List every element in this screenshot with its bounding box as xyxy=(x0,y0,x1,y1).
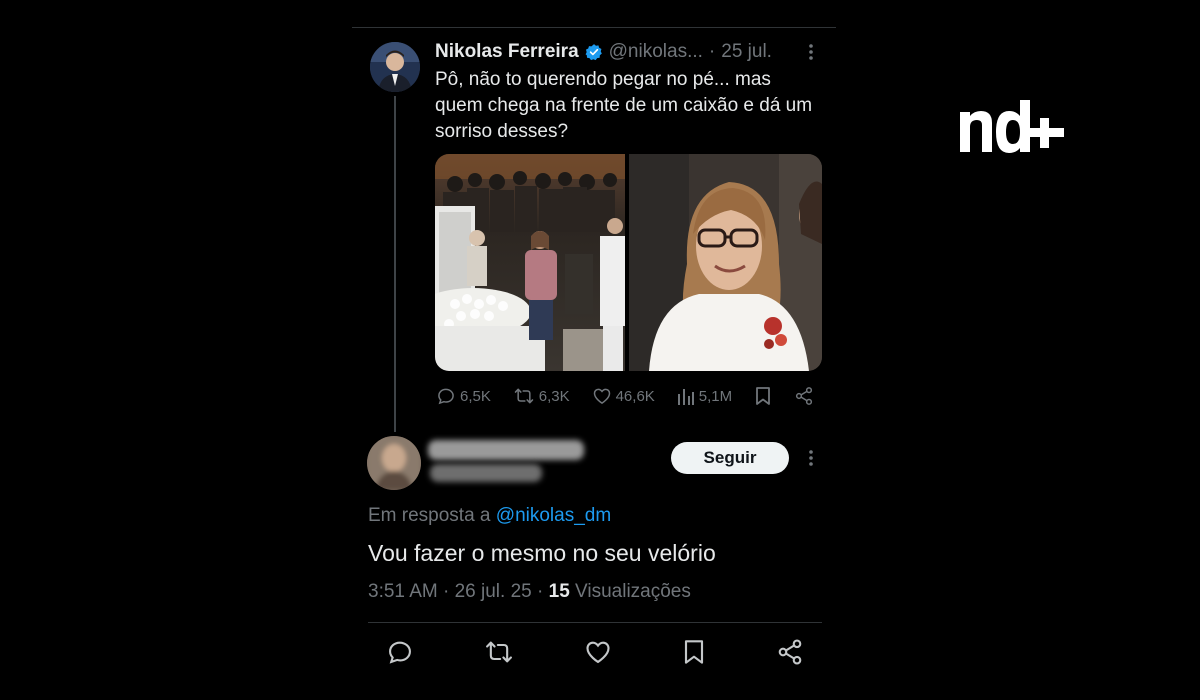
top-divider xyxy=(352,27,836,28)
redacted-reply-author-name xyxy=(428,440,584,460)
meta-separator-2: · xyxy=(537,581,544,602)
tweet-media[interactable] xyxy=(435,154,822,371)
share-icon xyxy=(794,386,814,406)
nd-plus-logo xyxy=(958,98,1066,158)
media-photo-smiling-woman[interactable] xyxy=(629,154,822,371)
follow-button[interactable]: Seguir xyxy=(671,442,789,474)
retweet-action[interactable]: 6,3K xyxy=(513,386,570,406)
reply-icon xyxy=(436,386,456,406)
reply-to-mention[interactable]: @nikolas_dm xyxy=(496,505,611,526)
reply-to-line: Em resposta a @nikolas_dm xyxy=(368,505,611,527)
reply-actions xyxy=(386,638,804,671)
reply-count: 6,5K xyxy=(460,387,491,405)
header-separator: · xyxy=(708,41,716,62)
bottom-divider xyxy=(368,622,822,623)
reply-author-avatar[interactable] xyxy=(367,436,421,490)
like-count: 46,6K xyxy=(615,387,655,405)
share-icon[interactable] xyxy=(776,638,804,671)
bookmark-icon xyxy=(754,386,772,406)
reply-icon[interactable] xyxy=(386,638,414,671)
reply-more-icon[interactable] xyxy=(802,446,820,476)
tweet-date[interactable]: 25 jul. xyxy=(721,41,772,63)
author-avatar[interactable] xyxy=(370,42,420,92)
reply-text: Vou fazer o mesmo no seu velório xyxy=(368,540,716,566)
author-name[interactable]: Nikolas Ferreira xyxy=(435,41,579,63)
reply-views-label: Visualizações xyxy=(575,581,691,602)
reply-time[interactable]: 3:51 AM xyxy=(368,581,438,602)
meta-separator-1: · xyxy=(443,581,450,602)
author-handle[interactable]: @nikolas... xyxy=(609,41,703,63)
reply-meta: 3:51 AM · 26 jul. 25 · 15 Visualizações xyxy=(368,581,691,603)
verified-badge-icon xyxy=(585,43,603,61)
tweet-header: Nikolas Ferreira @nikolas... · 25 jul. xyxy=(435,40,772,64)
bookmark-icon[interactable] xyxy=(682,638,706,671)
retweet-count: 6,3K xyxy=(538,387,570,405)
views-count: 5,1M xyxy=(698,387,733,405)
heart-icon[interactable] xyxy=(584,638,612,671)
reply-to-prefix: Em resposta a xyxy=(368,505,491,526)
views-action[interactable]: 5,1M xyxy=(677,386,732,406)
analytics-icon xyxy=(677,386,695,406)
reply-views-count: 15 xyxy=(548,581,570,602)
share-action[interactable] xyxy=(794,386,814,406)
like-action[interactable]: 46,6K xyxy=(592,386,655,406)
heart-icon xyxy=(592,386,612,406)
tweet-more-icon[interactable] xyxy=(802,40,820,70)
retweet-icon xyxy=(513,386,535,406)
tweet-text: Pô, não to querendo pegar no pé... mas q… xyxy=(435,69,813,142)
reply-date[interactable]: 26 jul. 25 xyxy=(455,581,532,602)
bookmark-action[interactable] xyxy=(754,386,772,406)
tweet-actions: 6,5K 6,3K 46,6K 5,1M xyxy=(436,384,814,408)
retweet-icon[interactable] xyxy=(484,638,514,671)
reply-action[interactable]: 6,5K xyxy=(436,386,491,406)
media-photo-funeral-scene[interactable] xyxy=(435,154,625,371)
redacted-reply-author-handle xyxy=(430,464,542,482)
thread-connector-line xyxy=(394,96,396,432)
